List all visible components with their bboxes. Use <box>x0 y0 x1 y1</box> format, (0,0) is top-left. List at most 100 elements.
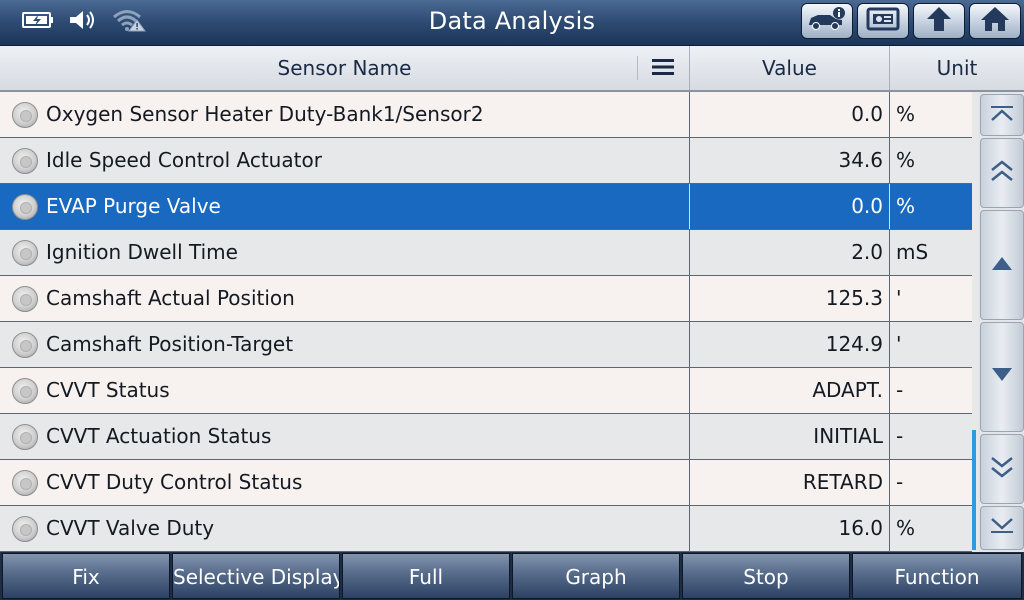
scroll-top-icon <box>989 103 1015 127</box>
sensor-unit: - <box>896 378 904 402</box>
sensor-value-cell: RETARD <box>690 460 890 505</box>
line-up-button[interactable] <box>980 210 1024 320</box>
table-header: Sensor Name Value Unit <box>0 46 1024 92</box>
sensor-value: ADAPT. <box>812 378 883 402</box>
row-select-radio[interactable] <box>12 378 38 404</box>
sensor-value-cell: INITIAL <box>690 414 890 459</box>
home-button[interactable] <box>969 3 1021 39</box>
sensor-unit: % <box>896 516 916 540</box>
sensor-unit-cell: % <box>890 138 972 183</box>
row-select-radio[interactable] <box>12 148 38 174</box>
line-down-icon <box>990 366 1014 388</box>
back-button[interactable] <box>913 3 965 39</box>
sensor-unit: mS <box>896 240 929 264</box>
sensor-value-cell: 16.0 <box>690 506 890 551</box>
sensor-value: 2.0 <box>851 240 883 264</box>
sensor-value-cell: 2.0 <box>690 230 890 275</box>
column-header-sensor-name[interactable]: Sensor Name <box>0 46 690 90</box>
full-button[interactable]: Full <box>342 553 510 599</box>
column-header-value[interactable]: Value <box>690 46 890 90</box>
sensor-name-cell: Ignition Dwell Time <box>0 230 690 275</box>
table-row[interactable]: Oxygen Sensor Heater Duty-Bank1/Sensor2 … <box>0 92 972 138</box>
stop-button[interactable]: Stop <box>682 553 850 599</box>
selective-display-button[interactable]: Selective Display <box>172 553 340 599</box>
table-row[interactable]: CVVT Duty Control Status RETARD - <box>0 460 972 506</box>
sensor-name-cell: CVVT Actuation Status <box>0 414 690 459</box>
page-up-icon <box>989 159 1015 187</box>
sensor-unit-cell: - <box>890 414 972 459</box>
home-icon <box>979 5 1011 37</box>
table-row[interactable]: Camshaft Position-Target 124.9 ' <box>0 322 972 368</box>
sensor-value: 16.0 <box>838 516 883 540</box>
sensor-unit: - <box>896 470 904 494</box>
back-arrow-icon <box>923 5 955 37</box>
sensor-name-cell: Camshaft Position-Target <box>0 322 690 367</box>
row-select-radio[interactable] <box>12 102 38 128</box>
sensor-name-cell: CVVT Valve Duty <box>0 506 690 551</box>
row-select-radio[interactable] <box>12 470 38 496</box>
fix-button[interactable]: Fix <box>2 553 170 599</box>
vehicle-info-button[interactable] <box>801 3 853 39</box>
sensor-unit: - <box>896 424 904 448</box>
sensor-unit: ' <box>896 286 902 310</box>
sensor-name-cell: CVVT Duty Control Status <box>0 460 690 505</box>
function-button[interactable]: Function <box>852 553 1022 599</box>
sensor-name-cell: Oxygen Sensor Heater Duty-Bank1/Sensor2 <box>0 92 690 137</box>
scroll-bottom-icon <box>989 516 1015 540</box>
line-down-button[interactable] <box>980 322 1024 432</box>
sensor-value: 0.0 <box>851 194 883 218</box>
sensor-name: Idle Speed Control Actuator <box>46 148 322 172</box>
page-down-button[interactable] <box>980 434 1024 504</box>
sensor-name: EVAP Purge Valve <box>46 194 221 218</box>
vehicle-info-icon <box>806 6 848 36</box>
row-select-radio[interactable] <box>12 516 38 542</box>
sensor-value: RETARD <box>802 470 883 494</box>
row-select-radio[interactable] <box>12 286 38 312</box>
sensor-value: 124.9 <box>825 332 883 356</box>
sensor-name-cell: Idle Speed Control Actuator <box>0 138 690 183</box>
row-select-radio[interactable] <box>12 424 38 450</box>
sensor-name: Ignition Dwell Time <box>46 240 238 264</box>
table-row[interactable]: CVVT Status ADAPT. - <box>0 368 972 414</box>
scroll-top-button[interactable] <box>980 94 1024 136</box>
sensor-value: 125.3 <box>825 286 883 310</box>
sensor-name-cell: CVVT Status <box>0 368 690 413</box>
table-row[interactable]: Ignition Dwell Time 2.0 mS <box>0 230 972 276</box>
column-header-unit[interactable]: Unit <box>890 46 1024 90</box>
graph-button[interactable]: Graph <box>512 553 680 599</box>
table-row[interactable]: Idle Speed Control Actuator 34.6 % <box>0 138 972 184</box>
row-select-radio[interactable] <box>12 240 38 266</box>
sensor-name: CVVT Valve Duty <box>46 516 215 540</box>
sensor-value-cell: 0.0 <box>690 184 890 229</box>
sensor-value-cell: 34.6 <box>690 138 890 183</box>
sensor-name-cell: EVAP Purge Valve <box>0 184 690 229</box>
table-row-selected[interactable]: EVAP Purge Valve 0.0 % <box>0 184 972 230</box>
sensor-value-cell: ADAPT. <box>690 368 890 413</box>
sensor-unit-cell: % <box>890 92 972 137</box>
table-row[interactable]: CVVT Valve Duty 16.0 % <box>0 506 972 552</box>
sensor-value: 34.6 <box>838 148 883 172</box>
sensor-name: CVVT Duty Control Status <box>46 470 303 494</box>
scroll-bottom-button[interactable] <box>980 506 1024 550</box>
report-icon <box>865 6 901 36</box>
sensor-unit-cell: mS <box>890 230 972 275</box>
page-up-button[interactable] <box>980 138 1024 208</box>
sensor-unit-cell: % <box>890 506 972 551</box>
row-select-radio[interactable] <box>12 194 38 220</box>
table-row[interactable]: CVVT Actuation Status INITIAL - <box>0 414 972 460</box>
sensor-value-cell: 125.3 <box>690 276 890 321</box>
table-row[interactable]: Camshaft Actual Position 125.3 ' <box>0 276 972 322</box>
scrollbar-thumb[interactable] <box>972 430 976 550</box>
sensor-name: Camshaft Actual Position <box>46 286 295 310</box>
line-up-icon <box>990 254 1014 276</box>
sensor-value-cell: 0.0 <box>690 92 890 137</box>
column-menu-icon[interactable] <box>651 58 675 80</box>
sensor-unit-cell: ' <box>890 322 972 367</box>
sensor-name: CVVT Actuation Status <box>46 424 272 448</box>
scroll-nav-panel <box>978 92 1024 552</box>
function-bar: Fix Selective Display Full Graph Stop Fu… <box>0 552 1024 600</box>
report-button[interactable] <box>857 3 909 39</box>
row-select-radio[interactable] <box>12 332 38 358</box>
sensor-unit: % <box>896 102 916 126</box>
sensor-unit-cell: ' <box>890 276 972 321</box>
